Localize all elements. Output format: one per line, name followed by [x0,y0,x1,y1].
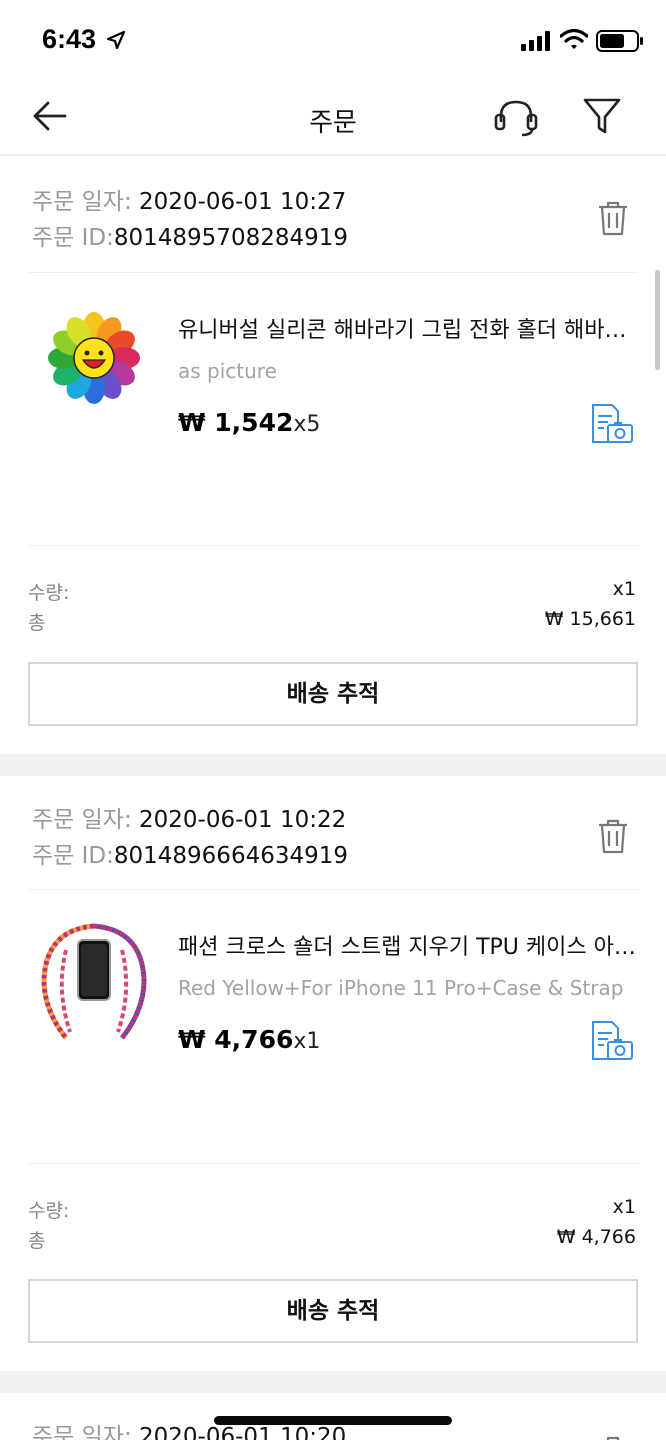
order-date-label: 주문 일자: [32,1424,140,1440]
track-shipment-button[interactable]: 배송 추적 [28,662,638,726]
order-id-label: 주문 ID: [32,843,114,869]
total-value: ₩ 4,766 [556,1226,636,1248]
quantity-value: x1 [612,578,636,600]
total-label: 총 [28,612,46,634]
product-title[interactable]: 패션 크로스 숄더 스트랩 지우기 TPU 케이스 아이폰 [178,929,636,961]
total-value: ₩ 15,661 [544,608,636,630]
quantity-value: x1 [612,1196,636,1218]
order-date-label: 주문 일자: [32,807,140,833]
battery-icon [596,30,643,52]
order-date: 2020-06-01 10:20 [139,1424,347,1440]
headset-icon[interactable] [494,98,538,138]
product-thumbnail[interactable] [36,920,152,1044]
order-meta: 주문 일자: 2020-06-01 10:22 주문 ID:8014896664… [32,802,348,874]
order-id: 8014895708284919 [113,225,349,251]
total-label: 총 [28,1230,46,1252]
home-indicator[interactable] [214,1416,452,1425]
product-thumbnail[interactable] [36,296,152,420]
product-title[interactable]: 유니버설 실리콘 해바라기 그립 전화 홀더 해바라기 스탠드 [178,312,636,344]
wifi-icon [560,28,588,49]
order-date: 2020-06-01 10:22 [139,807,347,833]
trash-icon[interactable] [596,1435,630,1440]
photo-review-icon[interactable] [590,404,634,444]
quantity-multiplier: x5 [293,412,321,437]
divider [28,272,638,273]
price-value: ₩ 4,766 [178,1025,294,1054]
nav-header: 주문 [0,80,666,156]
status-bar: 6:43 [0,0,666,80]
order-date-label: 주문 일자: [32,189,140,215]
page-title: 주문 [309,108,357,138]
product-price: ₩ 1,542x5 [178,408,320,437]
order-meta: 주문 일자: 2020-06-01 10:27 주문 ID:8014895708… [32,184,348,256]
quantity-label: 수량: [28,582,70,604]
section-gap [0,1371,666,1393]
order-card: 주문 일자: 2020-06-01 10:27 주문 ID:8014895708… [0,158,666,754]
quantity-label: 수량: [28,1200,70,1222]
product-price: ₩ 4,766x1 [178,1025,320,1054]
track-shipment-button[interactable]: 배송 추적 [28,1279,638,1343]
order-card: 주문 일자: 2020-06-01 10:22 주문 ID:8014896664… [0,776,666,1371]
section-gap [0,754,666,776]
price-value: ₩ 1,542 [178,408,294,437]
divider [28,1163,638,1164]
order-id-label: 주문 ID: [32,225,114,251]
trash-icon[interactable] [596,200,630,236]
funnel-icon[interactable] [582,96,622,136]
scrollbar-thumb[interactable] [655,270,660,370]
divider [28,889,638,890]
quantity-multiplier: x1 [293,1029,321,1054]
order-date: 2020-06-01 10:27 [139,189,347,215]
product-variant: Red Yellow+For iPhone 11 Pro+Case & Stra… [178,976,624,1000]
trash-icon[interactable] [596,818,630,854]
photo-review-icon[interactable] [590,1021,634,1061]
cellular-signal-icon [521,31,550,51]
product-variant: as picture [178,359,277,383]
location-arrow-icon [106,30,126,50]
divider [28,545,638,546]
order-id: 8014896664634919 [113,843,349,869]
status-time: 6:43 [42,24,97,54]
